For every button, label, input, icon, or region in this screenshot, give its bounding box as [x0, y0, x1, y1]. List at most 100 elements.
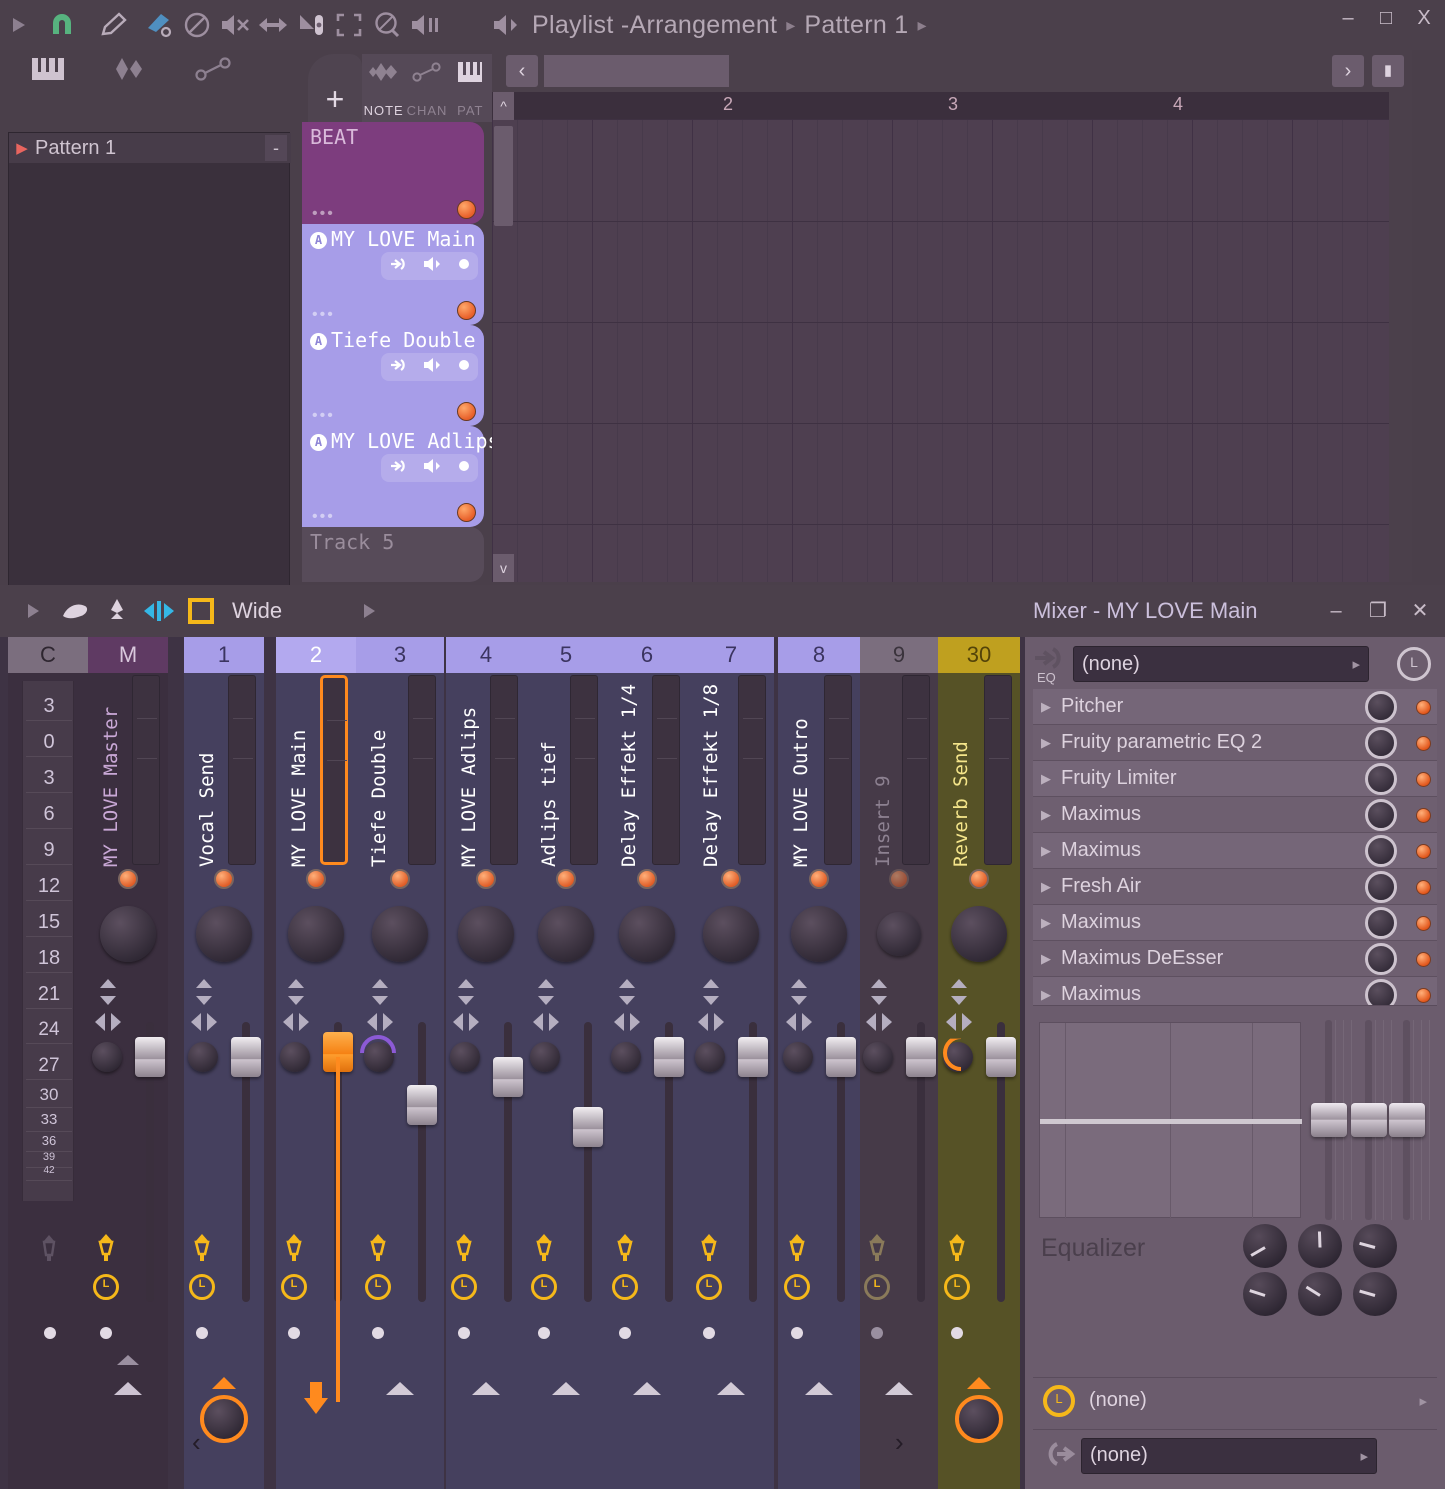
- send-arrow-up-icon[interactable]: [212, 1377, 236, 1389]
- mixer-view-mode-label[interactable]: Wide: [232, 598, 282, 624]
- effect-enable-led[interactable]: [1416, 736, 1431, 751]
- volume-fader-handle[interactable]: [826, 1037, 856, 1077]
- mixer-channel-tiefe-double[interactable]: 3 Tiefe Double: [356, 637, 444, 1489]
- timeline-ruler[interactable]: 1 2 3 4: [492, 92, 1389, 119]
- effect-mix-knob[interactable]: [1365, 727, 1397, 759]
- playlist-grid[interactable]: ‹ › ▮ 1 2 3 4 ^ v: [492, 50, 1412, 582]
- eq-knob-5[interactable]: [1298, 1272, 1342, 1316]
- pin-tool-icon[interactable]: [96, 585, 138, 637]
- magnet-snap-icon[interactable]: [38, 0, 86, 50]
- track-mode-pat[interactable]: PAT: [448, 54, 492, 122]
- rack-bottom-slot-2[interactable]: (none) ▸: [1033, 1429, 1437, 1481]
- clock-icon[interactable]: [451, 1274, 477, 1300]
- scroll-left-button[interactable]: ‹: [506, 55, 538, 87]
- channel-enable-led[interactable]: [556, 869, 576, 889]
- route-up-arrow-small-icon[interactable]: [117, 1355, 139, 1365]
- pan-knob[interactable]: [951, 906, 1007, 962]
- stereo-knob[interactable]: [611, 1042, 641, 1072]
- stereo-knob[interactable]: [530, 1042, 560, 1072]
- route-in-icon[interactable]: [389, 458, 407, 479]
- channel-enable-led[interactable]: [214, 869, 234, 889]
- volume-fader-handle[interactable]: [573, 1107, 603, 1147]
- channel-enable-led[interactable]: [969, 869, 989, 889]
- effect-enable-led[interactable]: [1416, 952, 1431, 967]
- chevron-right-icon[interactable]: ▶: [1041, 735, 1051, 751]
- stereo-knob[interactable]: [280, 1042, 310, 1072]
- track-menu-dots[interactable]: •••: [312, 509, 335, 525]
- volume-fader-handle[interactable]: [407, 1085, 437, 1125]
- effect-name[interactable]: Maximus: [1061, 911, 1141, 934]
- clock-icon[interactable]: [864, 1274, 890, 1300]
- effect-enable-led[interactable]: [1416, 844, 1431, 859]
- scroll-up-button[interactable]: ^: [493, 92, 514, 120]
- mixer-channel-reverb-send[interactable]: 30 Reverb Send: [938, 637, 1020, 1489]
- scroll-down-button[interactable]: v: [493, 554, 514, 582]
- track-record-led[interactable]: [457, 200, 476, 219]
- record-dot-icon[interactable]: [458, 257, 470, 275]
- pan-knob[interactable]: [538, 906, 594, 962]
- mixer-maximize-button[interactable]: ❐: [1367, 601, 1389, 621]
- chevron-right-icon[interactable]: ▸: [1360, 1447, 1368, 1465]
- effect-name[interactable]: Maximus: [1061, 803, 1141, 826]
- clock-icon[interactable]: [93, 1274, 119, 1300]
- chevron-right-icon[interactable]: ▶: [1041, 771, 1051, 787]
- eq-slider-2[interactable]: [1351, 1103, 1387, 1137]
- channel-enable-led[interactable]: [306, 869, 326, 889]
- eq-knob-3[interactable]: [1353, 1224, 1397, 1268]
- maximize-button[interactable]: □: [1375, 8, 1397, 28]
- close-button[interactable]: X: [1413, 8, 1435, 28]
- route-up-arrow-icon[interactable]: [114, 1382, 142, 1395]
- stereo-swap-control[interactable]: [365, 1010, 395, 1034]
- volume-fader-handle[interactable]: [906, 1037, 936, 1077]
- record-dot-icon[interactable]: [458, 358, 470, 376]
- stereo-separation-control[interactable]: [786, 977, 812, 1007]
- effect-slot-row[interactable]: ▶ Pitcher: [1033, 689, 1437, 725]
- mute-icon[interactable]: [216, 0, 254, 50]
- effect-enable-led[interactable]: [1416, 880, 1431, 895]
- effect-name[interactable]: Maximus: [1061, 983, 1141, 1006]
- mixer-channel-my-love-adlips[interactable]: 4 MY LOVE Adlips: [446, 637, 526, 1489]
- channel-select-dot[interactable]: [196, 1327, 208, 1339]
- mixer-minimize-button[interactable]: –: [1325, 601, 1347, 621]
- select-icon[interactable]: [330, 0, 368, 50]
- track-menu-dots[interactable]: •••: [312, 307, 335, 323]
- speaker-icon[interactable]: [422, 458, 442, 479]
- lamp-icon[interactable]: [531, 1233, 557, 1263]
- effect-name[interactable]: Fruity Limiter: [1061, 767, 1177, 790]
- clock-icon[interactable]: [1043, 1384, 1075, 1417]
- stereo-knob[interactable]: [695, 1042, 725, 1072]
- horizontal-scrollbar[interactable]: [544, 55, 729, 87]
- channel-select-dot[interactable]: [288, 1327, 300, 1339]
- track-record-led[interactable]: [457, 503, 476, 522]
- chevron-right-icon[interactable]: ▶: [1041, 915, 1051, 931]
- lamp-icon[interactable]: [281, 1233, 307, 1263]
- lamp-icon[interactable]: [365, 1233, 391, 1263]
- effect-enable-led[interactable]: [1416, 988, 1431, 1003]
- playlist-track-tiefe-double[interactable]: A Tiefe Double •••: [302, 325, 484, 426]
- scroll-right-button[interactable]: ›: [1332, 55, 1364, 87]
- vertical-scroll-thumb[interactable]: [494, 126, 513, 226]
- paint-brush-icon[interactable]: [140, 0, 178, 50]
- pan-knob[interactable]: [288, 906, 344, 962]
- playlist-track-5[interactable]: Track 5: [302, 527, 484, 582]
- stereo-separation-control[interactable]: [946, 977, 972, 1007]
- clock-icon[interactable]: [531, 1274, 557, 1300]
- stereo-knob[interactable]: [783, 1042, 813, 1072]
- channel-enable-led[interactable]: [390, 869, 410, 889]
- volume-fader-track[interactable]: [584, 1022, 592, 1302]
- eq-graph[interactable]: [1039, 1022, 1302, 1219]
- stereo-swap-control[interactable]: [612, 1010, 642, 1034]
- slip-arrows-icon[interactable]: [254, 0, 292, 50]
- volume-fader-handle[interactable]: [135, 1037, 165, 1077]
- chevron-right-icon[interactable]: ▸: [1352, 655, 1360, 673]
- play-icon[interactable]: [12, 585, 54, 637]
- pan-knob[interactable]: [458, 906, 514, 962]
- lamp-icon[interactable]: [784, 1233, 810, 1263]
- clock-icon[interactable]: [612, 1274, 638, 1300]
- channel-select-dot[interactable]: [100, 1327, 112, 1339]
- effect-mix-knob[interactable]: [1365, 871, 1397, 903]
- channel-select-dot[interactable]: [791, 1327, 803, 1339]
- channel-enable-led[interactable]: [809, 869, 829, 889]
- hand-tool-icon[interactable]: [54, 585, 96, 637]
- minimize-button[interactable]: –: [1337, 8, 1359, 28]
